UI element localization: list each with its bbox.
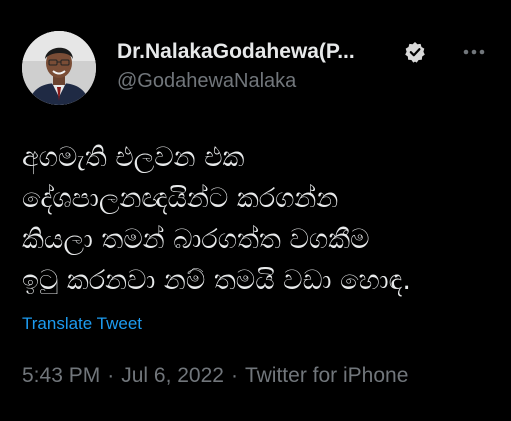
tweet-text-line: අගමැති එලවන එක [22,142,245,173]
display-name-row[interactable]: Dr.NalakaGodahewa(P... [117,38,355,66]
tweet-text-line: ඉටු කරනවා නම් තමයි වඩා හොඳ. [22,265,411,296]
tweet-time[interactable]: 5:43 PM [22,364,100,388]
more-horizontal-icon [463,49,485,55]
avatar[interactable] [22,31,96,105]
meta-separator: · [107,364,115,387]
meta-separator: · [230,364,238,387]
avatar-photo [22,31,96,105]
tweet-source[interactable]: Twitter for iPhone [245,364,408,388]
tweet-card: Dr.NalakaGodahewa(P... @GodahewaNalaka අ… [0,0,511,421]
tweet-metadata: 5:43 PM · Jul 6, 2022 · Twitter for iPho… [22,364,408,388]
tweet-text: අගමැති එලවන එක දේශපාලනඥයින්ට කරගන්න කියල… [22,137,492,301]
user-handle[interactable]: @GodahewaNalaka [117,70,296,93]
tweet-text-line: දේශපාලනඥයින්ට කරගන්න [22,183,339,214]
tweet-text-line: කියලා තමන් බාරගත්ත වගකීම [22,224,370,255]
tweet-date[interactable]: Jul 6, 2022 [121,364,224,388]
more-options-button[interactable] [458,38,490,66]
display-name[interactable]: Dr.NalakaGodahewa(P... [117,40,355,64]
translate-tweet-link[interactable]: Translate Tweet [22,314,142,334]
verified-badge-icon [404,41,426,63]
